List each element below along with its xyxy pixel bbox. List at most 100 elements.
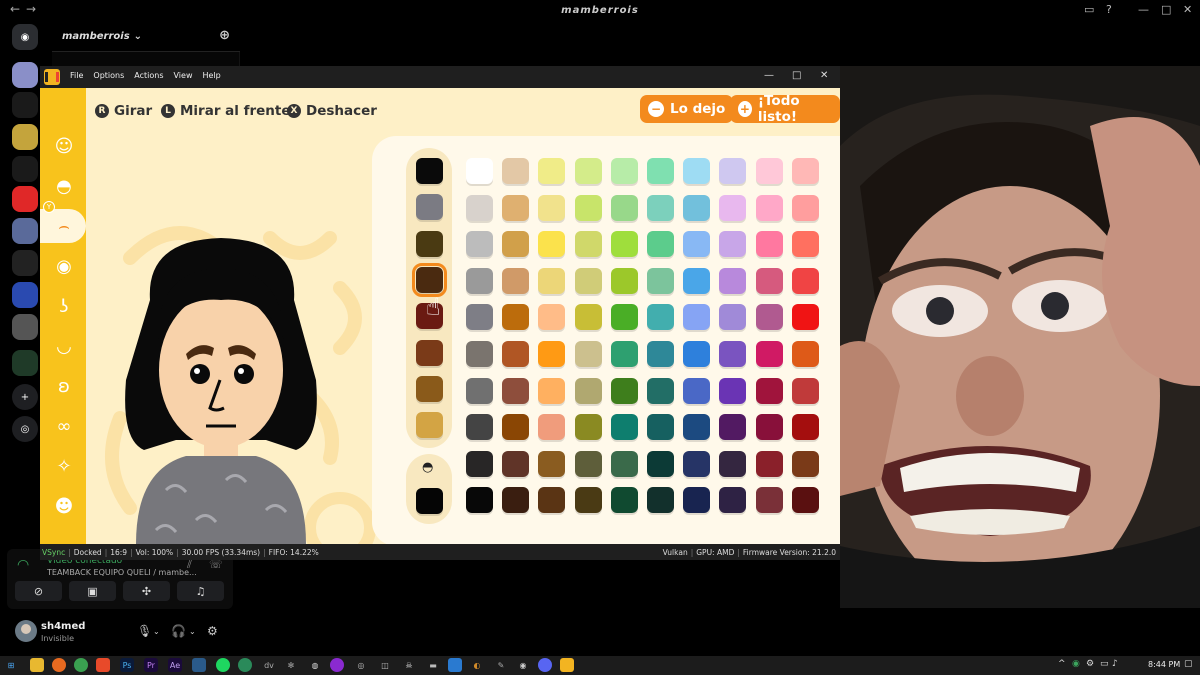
color-swatch[interactable]: [647, 267, 674, 294]
color-swatch[interactable]: [502, 450, 530, 477]
color-swatch[interactable]: [647, 158, 674, 184]
server-icon[interactable]: [12, 124, 38, 150]
color-swatch[interactable]: [610, 194, 638, 221]
discover-icon[interactable]: ◎: [12, 416, 38, 442]
tray-app-icon[interactable]: ⚙: [1086, 659, 1094, 669]
color-swatch[interactable]: [719, 194, 747, 221]
server-icon[interactable]: [12, 62, 38, 88]
color-swatch[interactable]: [719, 377, 747, 404]
color-swatch[interactable]: [719, 487, 747, 514]
color-swatch[interactable]: [647, 487, 674, 514]
color-swatch[interactable]: [502, 267, 530, 294]
app-icon[interactable]: ☠: [402, 658, 416, 672]
menu-actions[interactable]: Actions: [134, 71, 163, 80]
color-swatch[interactable]: [755, 231, 783, 258]
color-swatch[interactable]: [610, 304, 638, 331]
menu-view[interactable]: View: [174, 71, 193, 80]
color-swatch[interactable]: [683, 158, 711, 184]
primary-color-swatch[interactable]: [416, 375, 443, 402]
chevron-down-icon[interactable]: ⌄: [189, 627, 196, 636]
primary-color-swatch[interactable]: [416, 412, 443, 439]
signal-icon[interactable]: ◠: [17, 557, 37, 577]
color-swatch[interactable]: [791, 194, 819, 221]
server-header[interactable]: mamberrois ⌄ ⊕: [52, 22, 240, 52]
color-swatch[interactable]: [719, 267, 747, 294]
color-swatch[interactable]: [791, 341, 819, 367]
color-swatch[interactable]: [683, 267, 711, 294]
server-icon[interactable]: [12, 218, 38, 244]
add-server-icon[interactable]: +: [12, 384, 38, 410]
color-swatch[interactable]: [791, 231, 819, 258]
add-member-icon[interactable]: ⊕: [219, 28, 230, 43]
color-swatch[interactable]: [791, 267, 819, 294]
color-swatch[interactable]: [683, 450, 711, 477]
color-swatch[interactable]: [466, 304, 493, 331]
color-swatch[interactable]: [466, 158, 493, 184]
color-swatch[interactable]: [466, 377, 493, 404]
color-swatch[interactable]: [610, 231, 638, 258]
discord-home-icon[interactable]: ◉: [12, 24, 38, 50]
color-swatch[interactable]: [647, 231, 674, 258]
ear-icon[interactable]: ʚ: [52, 374, 76, 398]
app-icon[interactable]: ◐: [470, 658, 484, 672]
status-api[interactable]: Vulkan: [663, 548, 688, 557]
color-swatch[interactable]: [683, 341, 711, 367]
color-swatch[interactable]: [647, 304, 674, 331]
color-swatch[interactable]: [466, 267, 493, 294]
color-swatch[interactable]: [755, 158, 783, 184]
notifications-icon[interactable]: ▢: [1184, 659, 1193, 669]
color-swatch[interactable]: [574, 377, 602, 404]
color-swatch[interactable]: [719, 450, 747, 477]
color-swatch[interactable]: [791, 487, 819, 514]
glasses-icon[interactable]: ∞: [52, 414, 76, 438]
chrome-icon[interactable]: [74, 658, 88, 672]
color-swatch[interactable]: [538, 487, 566, 514]
color-swatch[interactable]: [610, 158, 638, 184]
spotify-icon[interactable]: [216, 658, 230, 672]
primary-color-swatch[interactable]: [416, 158, 443, 184]
gear-icon[interactable]: ⚙: [207, 624, 218, 638]
color-swatch[interactable]: [502, 487, 530, 514]
color-swatch[interactable]: [683, 414, 711, 441]
color-swatch[interactable]: [755, 267, 783, 294]
file-explorer-icon[interactable]: [30, 658, 44, 672]
color-swatch[interactable]: [755, 487, 783, 514]
color-swatch[interactable]: [719, 158, 747, 184]
color-swatch[interactable]: [502, 341, 530, 367]
color-swatch[interactable]: [755, 414, 783, 441]
noise-suppression-icon[interactable]: ⫽: [187, 558, 192, 572]
color-swatch[interactable]: [755, 304, 783, 331]
brave-icon[interactable]: [96, 658, 110, 672]
soundboard-button[interactable]: ♫: [177, 581, 224, 601]
color-swatch[interactable]: [466, 450, 493, 477]
help-icon[interactable]: ?: [1106, 3, 1112, 16]
username[interactable]: sh4med: [41, 621, 85, 632]
color-swatch[interactable]: [610, 267, 638, 294]
eyes-icon[interactable]: ◉: [52, 254, 76, 278]
nav-arrows-icon[interactable]: ←→: [10, 2, 42, 16]
vscode-icon[interactable]: [448, 658, 462, 672]
menu-file[interactable]: File: [70, 71, 83, 80]
color-swatch[interactable]: [791, 304, 819, 331]
tray-app-icon[interactable]: ◉: [1072, 659, 1080, 669]
color-swatch[interactable]: [538, 377, 566, 404]
color-swatch[interactable]: [610, 414, 638, 441]
color-swatch[interactable]: [574, 267, 602, 294]
close-icon[interactable]: ✕: [820, 70, 828, 81]
color-swatch[interactable]: [574, 341, 602, 367]
photoshop-icon[interactable]: Ps: [120, 658, 134, 672]
color-swatch[interactable]: [574, 414, 602, 441]
primary-color-swatch[interactable]: [416, 339, 443, 366]
color-swatch[interactable]: [574, 158, 602, 184]
avatar[interactable]: [15, 620, 37, 642]
app-icon[interactable]: ▬: [426, 658, 440, 672]
server-icon[interactable]: [12, 282, 38, 308]
color-swatch[interactable]: [466, 194, 493, 221]
voice-channel[interactable]: TEAMBACK EQUIPO QUELI / mambe...: [47, 568, 197, 577]
color-swatch[interactable]: [719, 414, 747, 441]
nose-icon[interactable]: ʖ: [52, 294, 76, 318]
color-swatch[interactable]: [538, 231, 566, 258]
color-swatch[interactable]: [574, 194, 602, 221]
hair-color-swatch[interactable]: [416, 488, 443, 514]
status-vsync[interactable]: VSync: [42, 548, 65, 557]
